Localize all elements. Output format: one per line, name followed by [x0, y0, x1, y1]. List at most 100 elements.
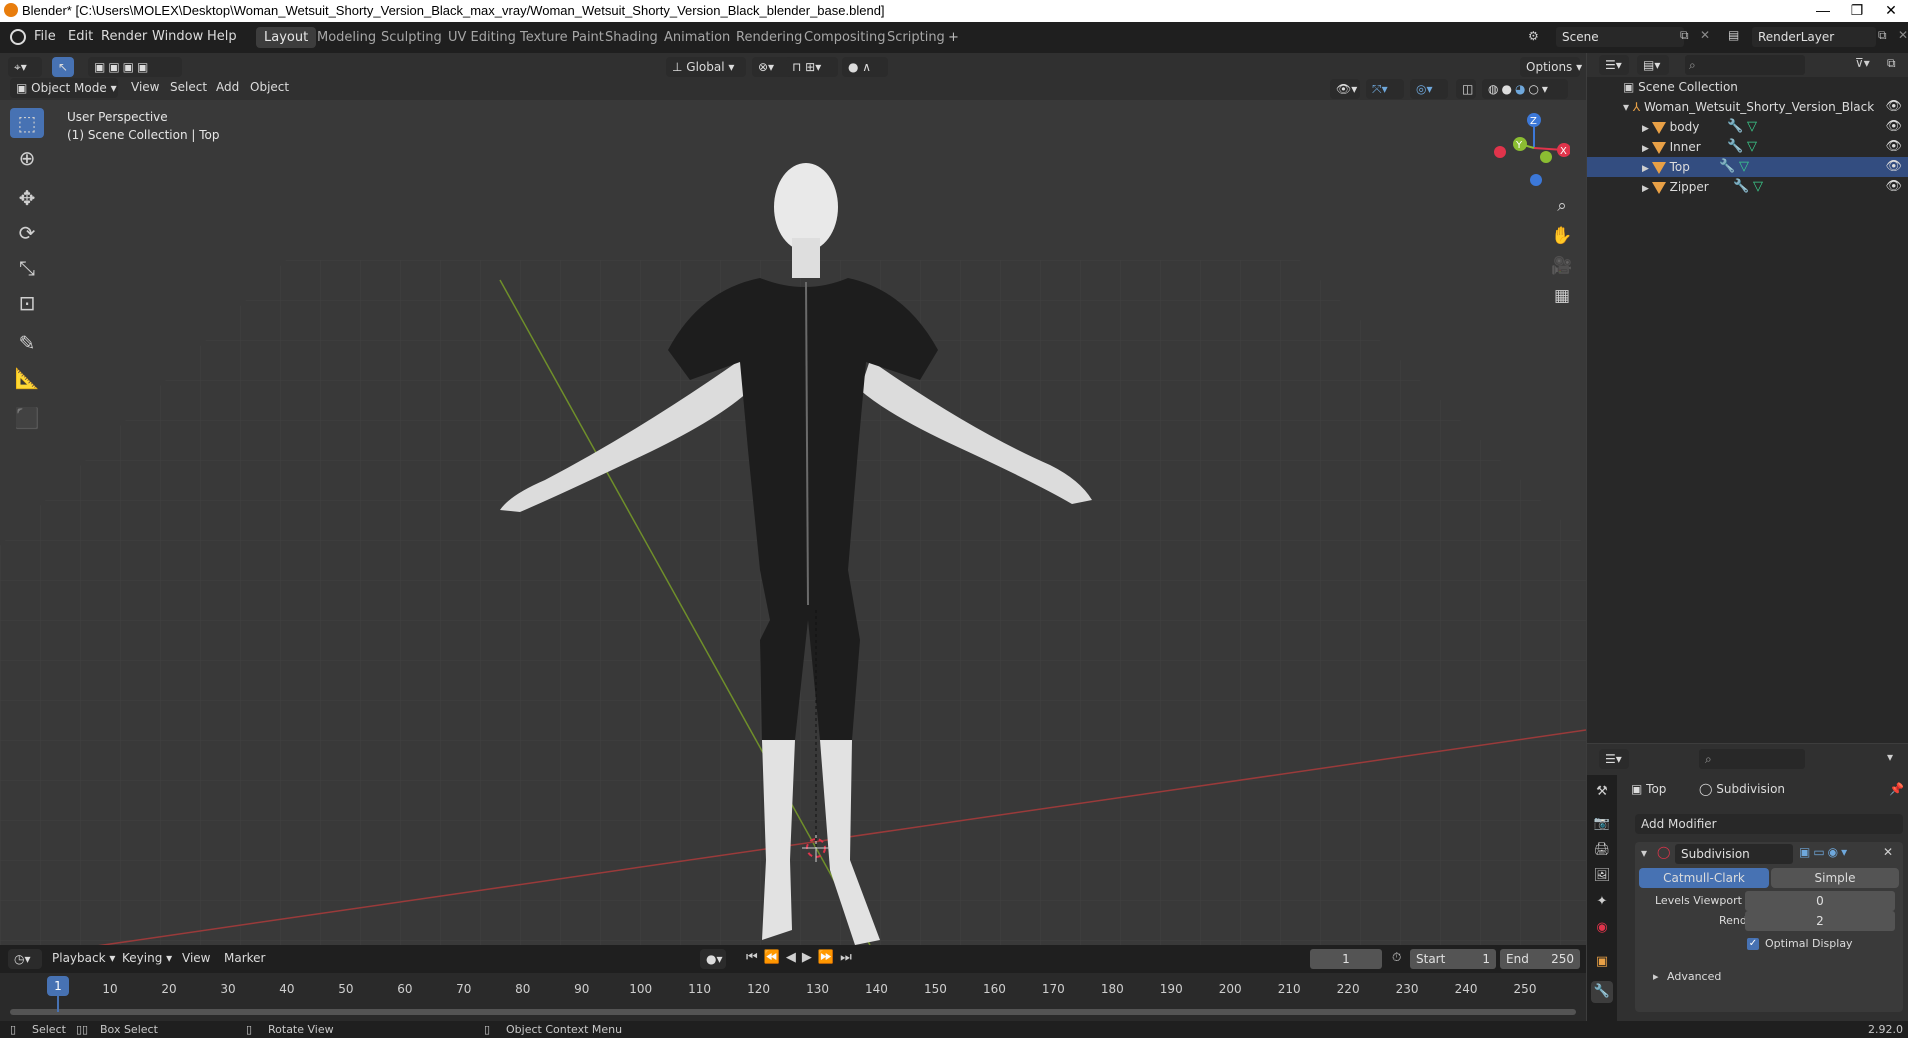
menu-edit[interactable]: Edit	[68, 29, 93, 44]
transform-tool-icon[interactable]: ⊡	[10, 288, 44, 318]
delete-scene-icon[interactable]: ✕	[1700, 28, 1710, 42]
end-frame-input[interactable]: End 250	[1500, 949, 1580, 969]
modifier-visibility-icons[interactable]: ▣▭◉▾	[1799, 845, 1850, 859]
transform-orientation-dropdown[interactable]: ⊥ Global ▾	[666, 57, 746, 77]
outliner-row-inner[interactable]: ▶ Inner 🔧 ▽ 👁	[1587, 137, 1908, 157]
scale-tool-icon[interactable]: ⤡	[10, 253, 44, 283]
optimal-display-checkbox[interactable]: ✓	[1747, 938, 1759, 950]
pan-hand-icon[interactable]: ✋	[1548, 222, 1576, 250]
start-frame-input[interactable]: Start 1	[1410, 949, 1496, 969]
new-scene-icon[interactable]: ⧉	[1680, 28, 1689, 43]
properties-options-icon[interactable]: ▾	[1887, 750, 1893, 764]
pin-icon[interactable]: 📌	[1889, 782, 1904, 796]
outliner-row-zipper[interactable]: ▶ Zipper 🔧 ▽ 👁	[1587, 177, 1908, 197]
visibility-icon[interactable]: 👁▾	[1330, 79, 1360, 99]
minimize-button[interactable]: —	[1808, 2, 1838, 18]
menu-render[interactable]: Render	[101, 29, 147, 44]
expand-arrow-icon[interactable]: ▾	[1623, 100, 1633, 114]
catmull-clark-button[interactable]: Catmull-Clark	[1639, 868, 1769, 888]
eye-icon[interactable]: 👁	[1885, 137, 1902, 157]
menu-add[interactable]: Add	[216, 80, 239, 94]
modifier-wrench-icon[interactable]: 🔧	[1719, 157, 1735, 177]
mode-dropdown[interactable]: ▣ Object Mode ▾	[10, 78, 118, 98]
eye-icon[interactable]: 👁	[1885, 117, 1902, 137]
menu-timeline-view[interactable]: View	[182, 951, 210, 965]
proportional-editing[interactable]: ● ∧	[842, 57, 888, 77]
timeline-editor-type-icon[interactable]: ◷▾	[8, 949, 42, 969]
menu-playback[interactable]: Playback ▾	[52, 951, 115, 965]
object-tab-icon[interactable]: ▣	[1591, 951, 1613, 973]
3d-viewport[interactable]: User Perspective (1) Scene Collection | …	[0, 100, 1586, 945]
close-button[interactable]: ✕	[1876, 2, 1906, 19]
outliner-row-body[interactable]: ▶ body 🔧 ▽ 👁	[1587, 117, 1908, 137]
outliner-row-top[interactable]: ▶ Top 🔧 ▽ 👁	[1587, 157, 1908, 177]
scene-selector[interactable]: Scene	[1556, 27, 1684, 47]
world-tab-icon[interactable]: ◉	[1591, 917, 1613, 939]
properties-editor-type-icon[interactable]: ☰▾	[1599, 749, 1629, 769]
view-layer-tab-icon[interactable]: 🖼	[1591, 865, 1613, 887]
outliner-scene-collection[interactable]: ▣ Scene Collection	[1587, 77, 1908, 97]
expand-arrow-icon[interactable]: ▶	[1642, 124, 1652, 134]
add-workspace-button[interactable]: +	[940, 27, 967, 48]
shading-mode-icons[interactable]: ◍●◕○▾	[1482, 79, 1568, 99]
delete-layer-icon[interactable]: ✕	[1898, 28, 1908, 42]
gizmo-toggle-icon[interactable]: ⤧▾	[1366, 79, 1404, 99]
menu-select[interactable]: Select	[170, 80, 207, 94]
modifier-tab-icon[interactable]: 🔧	[1591, 981, 1613, 1003]
select-tool-icon[interactable]: ↖	[52, 57, 74, 77]
menu-view[interactable]: View	[131, 80, 159, 94]
modifier-wrench-icon[interactable]: 🔧	[1733, 177, 1749, 197]
move-tool-icon[interactable]: ✥	[10, 183, 44, 213]
measure-tool-icon[interactable]: 📐	[10, 363, 44, 393]
tab-sculpting[interactable]: Sculpting	[373, 27, 450, 48]
mesh-data-icon[interactable]: ▽	[1739, 157, 1749, 177]
render-tab-icon[interactable]: 📷	[1591, 813, 1613, 835]
playback-controls[interactable]: ⏮⏪◀▶⏩⏭	[746, 950, 858, 965]
snapping-dropdown[interactable]: ⊓ ⊞▾	[786, 57, 838, 77]
menu-keying[interactable]: Keying ▾	[122, 951, 172, 965]
add-modifier-dropdown[interactable]: Add Modifier	[1635, 814, 1903, 834]
advanced-arrow-icon[interactable]: ▸	[1653, 970, 1659, 983]
blender-menu-icon[interactable]	[10, 29, 26, 45]
selection-mode-icons[interactable]: ▣▣▣▣	[88, 57, 182, 77]
timeline-scrollbar[interactable]	[10, 1009, 1576, 1015]
output-tab-icon[interactable]: 🖨	[1591, 839, 1613, 861]
expand-arrow-icon[interactable]: ▶	[1642, 164, 1652, 174]
new-layer-icon[interactable]: ⧉	[1878, 28, 1887, 43]
filter-icon[interactable]: ⊽▾	[1855, 56, 1870, 70]
mesh-data-icon[interactable]: ▽	[1747, 117, 1757, 137]
new-collection-icon[interactable]: ⧉	[1887, 56, 1896, 71]
outliner-editor-type-icon[interactable]: ☰▾	[1599, 55, 1629, 75]
menu-help[interactable]: Help	[207, 29, 237, 44]
menu-file[interactable]: File	[34, 29, 56, 44]
eye-icon[interactable]: 👁	[1885, 177, 1902, 197]
collapse-arrow-icon[interactable]: ▾	[1641, 846, 1647, 860]
tool-tab-icon[interactable]: ⚒	[1591, 781, 1613, 803]
current-frame-input[interactable]: 1	[1310, 949, 1382, 969]
simple-button[interactable]: Simple	[1771, 868, 1899, 888]
modifier-wrench-icon[interactable]: 🔧	[1727, 117, 1743, 137]
modifier-wrench-icon[interactable]: 🔧	[1727, 137, 1743, 157]
select-box-tool-icon[interactable]: ⬚	[10, 108, 44, 138]
menu-object[interactable]: Object	[250, 80, 289, 94]
menu-marker[interactable]: Marker	[224, 951, 265, 965]
properties-search-input[interactable]: ⌕	[1699, 749, 1805, 769]
rotate-tool-icon[interactable]: ⟳	[10, 218, 44, 248]
tab-animation[interactable]: Animation	[656, 27, 738, 48]
expand-arrow-icon[interactable]: ▶	[1642, 184, 1652, 194]
ortho-grid-icon[interactable]: ▦	[1548, 282, 1576, 310]
zoom-icon[interactable]: ⌕	[1548, 192, 1576, 220]
eye-icon[interactable]: 👁	[1885, 157, 1902, 177]
xray-toggle-icon[interactable]: ◫	[1456, 79, 1476, 99]
maximize-button[interactable]: ❐	[1842, 2, 1872, 19]
expand-arrow-icon[interactable]: ▶	[1642, 144, 1652, 154]
overlay-toggle-icon[interactable]: ◎▾	[1410, 79, 1448, 99]
outliner-collection-row[interactable]: ▾ ⅄ Woman_Wetsuit_Shorty_Version_Black 👁	[1587, 97, 1908, 117]
options-dropdown[interactable]: Options ▾	[1520, 57, 1582, 77]
mesh-data-icon[interactable]: ▽	[1753, 177, 1763, 197]
cursor-tool-icon[interactable]: ⊕	[10, 143, 44, 173]
remove-modifier-icon[interactable]: ✕	[1883, 845, 1893, 859]
navigation-gizmo[interactable]: Z X Y	[1490, 108, 1570, 188]
modifier-name-input[interactable]: Subdivision	[1675, 844, 1793, 864]
record-icon[interactable]: ●▾	[700, 949, 726, 969]
